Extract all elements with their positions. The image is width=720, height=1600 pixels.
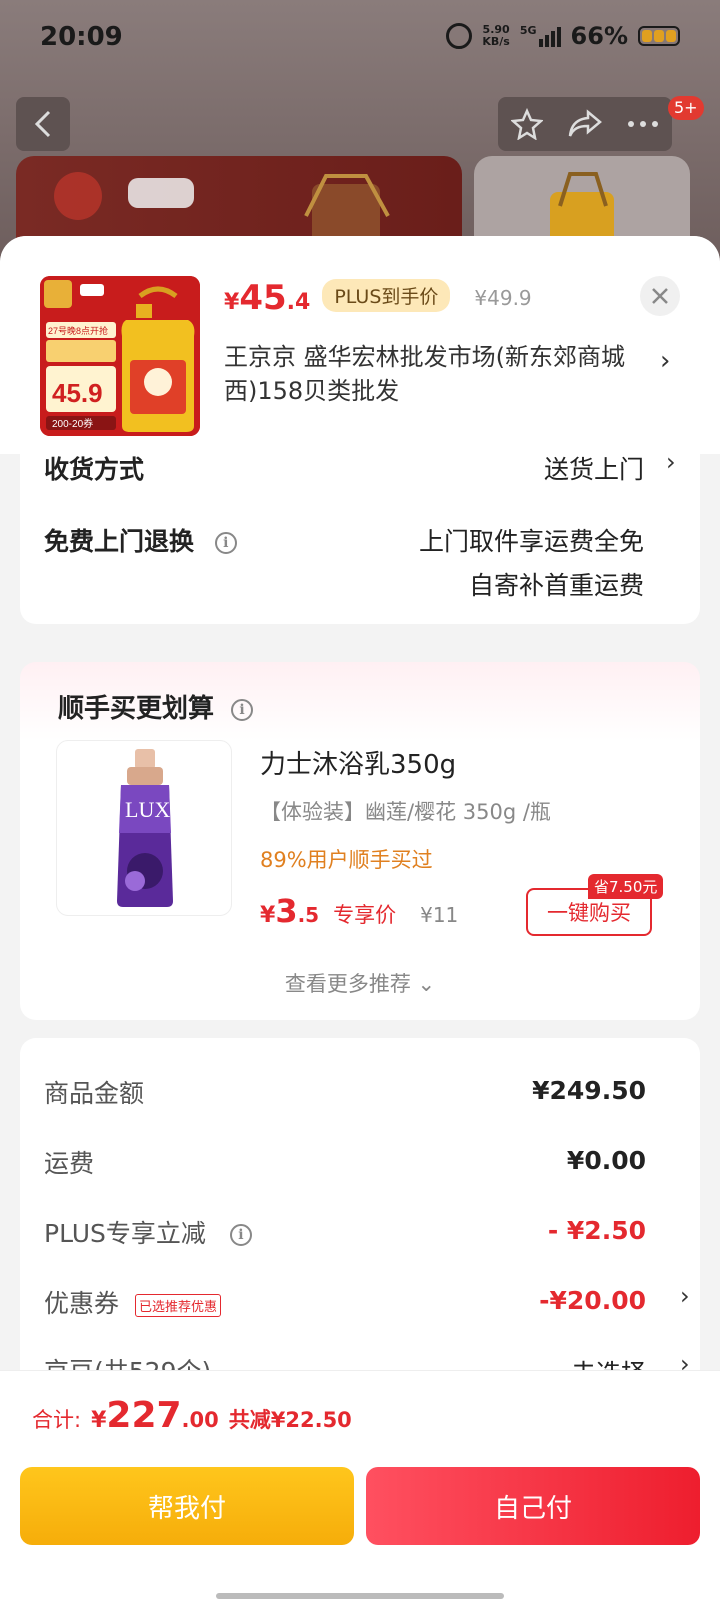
- info-icon[interactable]: i: [229, 1224, 252, 1246]
- lux-brand-text: LUX: [125, 797, 170, 822]
- plus-discount-label: PLUS专享立减 i: [44, 1214, 252, 1250]
- delivery-address[interactable]: 王京京 盛华宏林批发市场(新东郊商城西)158贝类批发: [224, 340, 644, 408]
- product-header: 45.9 27号晚8点开抢 200-20券 ¥ 45 .4 PLUS到手价 ¥4…: [0, 236, 720, 454]
- coupon-recommended-tag: 已选推荐优惠: [134, 1293, 221, 1317]
- recommend-title: 顺手买更划算 i: [58, 688, 254, 725]
- delivery-method-label: 收货方式: [44, 455, 145, 484]
- share-icon[interactable]: [568, 109, 602, 139]
- shipping-value: ¥0.00: [566, 1146, 646, 1175]
- product-thumbnail: 45.9 27号晚8点开抢 200-20券: [40, 276, 200, 436]
- delivery-method-value[interactable]: 送货上门: [544, 450, 644, 486]
- more-icon[interactable]: [627, 120, 659, 128]
- goods-amount-label: 商品金额: [44, 1079, 145, 1108]
- coupon-label: 优惠券 已选推荐优惠: [44, 1284, 221, 1320]
- home-indicator[interactable]: [216, 1593, 504, 1599]
- coupon-chevron-icon[interactable]: ›: [680, 1282, 690, 1310]
- address-chevron-icon[interactable]: ›: [660, 346, 670, 376]
- exclusive-price-label: 专享价: [333, 903, 397, 927]
- original-price: ¥49.9: [474, 286, 532, 310]
- recommend-card: 顺手买更划算 i LUX 力士沐浴乳350g 【体验装】幽莲/樱花 350g /…: [20, 662, 700, 1020]
- battery-icon: [638, 26, 680, 46]
- coupon-value[interactable]: -¥20.00: [539, 1286, 646, 1315]
- total-saved: 共减¥22.50: [228, 1408, 352, 1432]
- see-more-recommend[interactable]: 查看更多推荐 ⌄: [20, 968, 700, 998]
- battery-percent: 66%: [570, 22, 628, 50]
- recommend-product-name[interactable]: 力士沐浴乳350g: [260, 744, 456, 781]
- free-return-line2: 自寄补首重运费: [468, 571, 644, 600]
- recommend-price: ¥ 3 .5 专享价 ¥11: [260, 892, 459, 930]
- lux-bottle-image: LUX: [117, 749, 173, 907]
- free-return-line1: 上门取件享运费全免: [418, 527, 644, 556]
- plus-price-tag: PLUS到手价: [322, 279, 451, 312]
- svg-text:27号晚8点开抢: 27号晚8点开抢: [48, 325, 108, 336]
- save-badge: 省7.50元: [588, 874, 664, 899]
- status-bar: 20:09 5.90 KB/s 5G 66%: [0, 0, 720, 76]
- checkout-bar: 合计: ¥ 227 .00 共减¥22.50 帮我付 自己付: [0, 1370, 720, 1600]
- back-button[interactable]: [16, 97, 70, 151]
- alarm-icon: [446, 23, 473, 49]
- chevron-down-icon: ⌄: [417, 972, 436, 996]
- svg-text:200-20券: 200-20券: [52, 417, 93, 430]
- recommend-popularity: 89%用户顺手买过: [260, 848, 433, 872]
- recommend-product-image[interactable]: LUX: [56, 740, 232, 916]
- delivery-card: 收货方式 送货上门 › 免费上门退换 i 上门取件享运费全免 自寄补首重运费: [20, 436, 700, 624]
- pay-myself-button[interactable]: 自己付: [366, 1467, 700, 1545]
- recommend-product-spec: 【体验装】幽莲/樱花 350g /瓶: [260, 800, 551, 824]
- help-me-pay-button[interactable]: 帮我付: [20, 1467, 354, 1545]
- signal-icon: 5G: [520, 25, 561, 47]
- status-icons: 5.90 KB/s 5G 66%: [446, 22, 680, 50]
- close-button[interactable]: [640, 276, 680, 316]
- close-icon: [652, 288, 668, 304]
- total-amount: 合计: ¥ 227 .00 共减¥22.50: [32, 1395, 352, 1436]
- top-actions: [498, 97, 672, 151]
- recommend-original-price: ¥11: [420, 903, 459, 927]
- status-time: 20:09: [40, 22, 123, 52]
- product-price: ¥ 45 .4 PLUS到手价 ¥49.9: [224, 278, 532, 318]
- delivery-chevron-icon[interactable]: ›: [666, 448, 676, 476]
- info-icon[interactable]: i: [231, 698, 254, 721]
- info-icon[interactable]: i: [214, 532, 237, 554]
- shipping-label: 运费: [44, 1149, 95, 1178]
- back-arrow-icon: [34, 110, 51, 138]
- goods-amount-value: ¥249.50: [532, 1076, 646, 1105]
- cart-badge: 5+: [668, 96, 704, 120]
- star-icon[interactable]: [510, 108, 543, 140]
- thumb-price: 45.9: [52, 378, 103, 408]
- free-return-label: 免费上门退换 i: [44, 522, 237, 558]
- oil-bottle-image: 45.9 27号晚8点开抢 200-20券: [40, 276, 200, 436]
- plus-discount-value: - ¥2.50: [547, 1216, 646, 1245]
- net-speed: 5.90 KB/s: [482, 23, 510, 48]
